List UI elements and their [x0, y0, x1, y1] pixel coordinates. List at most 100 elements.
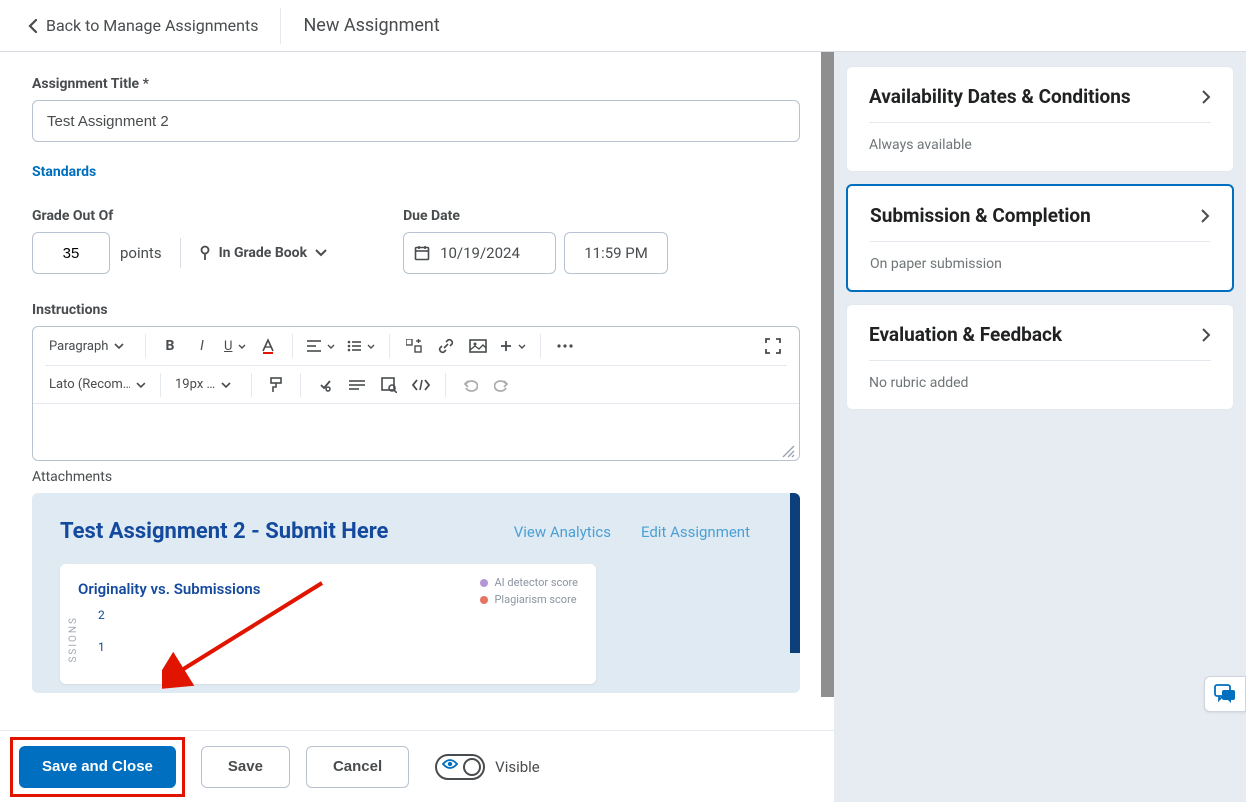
save-button[interactable]: Save	[201, 746, 290, 788]
align-dropdown[interactable]	[303, 340, 339, 352]
chevron-down-icon	[327, 344, 335, 349]
separator	[251, 373, 252, 397]
source-code-button[interactable]	[407, 371, 435, 399]
accessibility-check-button[interactable]	[311, 371, 339, 399]
panel-evaluation-sub: No rubric added	[869, 360, 1211, 391]
top-bar: Back to Manage Assignments New Assignmen…	[0, 0, 1246, 52]
attachment-scrollbar[interactable]	[790, 493, 800, 653]
dot-icon	[480, 579, 488, 587]
list-dropdown[interactable]	[343, 340, 379, 352]
scrollbar[interactable]	[821, 52, 834, 697]
font-size-label: 19px …	[175, 377, 215, 392]
in-grade-book-dropdown[interactable]: In Grade Book	[199, 245, 328, 261]
add-dropdown[interactable]	[496, 340, 530, 352]
assignment-title-input[interactable]	[32, 100, 800, 142]
redo-button[interactable]	[488, 371, 516, 399]
panel-availability: Availability Dates & Conditions Always a…	[846, 66, 1234, 172]
resize-handle-icon[interactable]	[781, 444, 795, 458]
chevron-right-icon	[1201, 90, 1211, 104]
format-painter-button[interactable]	[262, 371, 290, 399]
link-button[interactable]	[432, 332, 460, 360]
panel-submission-header[interactable]: Submission & Completion	[870, 204, 1210, 241]
view-analytics-link[interactable]: View Analytics	[514, 523, 611, 541]
fullscreen-button[interactable]	[759, 332, 787, 360]
divider	[280, 8, 281, 44]
panel-evaluation-header[interactable]: Evaluation & Feedback	[869, 323, 1211, 360]
grade-group: Grade Out Of points In Grade Book	[32, 208, 327, 274]
save-and-close-button[interactable]: Save and Close	[19, 746, 176, 788]
legend-ai-label: AI detector score	[494, 576, 578, 589]
bottom-action-bar: Save and Close Save Cancel Visible	[0, 730, 834, 802]
back-to-assignments-link[interactable]: Back to Manage Assignments	[28, 16, 258, 35]
panel-evaluation-title: Evaluation & Feedback	[869, 323, 1062, 346]
separator	[292, 334, 293, 358]
font-family-dropdown[interactable]: Lato (Recom…	[45, 377, 150, 392]
separator	[300, 373, 301, 397]
due-time-value: 11:59 PM	[584, 244, 648, 262]
separator	[145, 334, 146, 358]
chevron-down-icon	[136, 382, 146, 388]
separator	[445, 373, 446, 397]
chart-legend: AI detector score Plagiarism score	[480, 576, 578, 610]
editor-textarea[interactable]	[33, 404, 799, 460]
due-time-input[interactable]: 11:59 PM	[564, 232, 668, 274]
pin-icon	[199, 245, 211, 261]
chevron-down-icon	[367, 344, 375, 349]
chevron-right-icon	[1200, 209, 1210, 223]
edit-assignment-link[interactable]: Edit Assignment	[641, 523, 750, 541]
due-date-group: Due Date 10/19/2024 11:59 PM	[403, 208, 668, 274]
chevron-down-icon	[315, 249, 327, 257]
more-button[interactable]	[551, 332, 579, 360]
ytick-2: 2	[98, 608, 105, 622]
separator	[160, 373, 161, 397]
chart-card: Originality vs. Submissions AI detector …	[60, 564, 596, 684]
eye-icon	[442, 758, 458, 770]
attachments-label: Attachments	[32, 469, 802, 485]
standards-link[interactable]: Standards	[32, 164, 96, 180]
image-button[interactable]	[464, 332, 492, 360]
chevron-down-icon	[518, 344, 526, 349]
points-unit: points	[120, 244, 162, 262]
rich-text-editor: Paragraph B I U	[32, 326, 800, 461]
attachment-panel: Test Assignment 2 - Submit Here View Ana…	[32, 493, 800, 693]
due-date-input[interactable]: 10/19/2024	[403, 232, 556, 274]
undo-button[interactable]	[456, 371, 484, 399]
chevron-left-icon	[28, 19, 38, 33]
bold-button[interactable]: B	[156, 332, 184, 360]
back-label: Back to Manage Assignments	[46, 16, 258, 35]
visibility-toggle[interactable]	[435, 754, 485, 780]
calendar-icon	[414, 245, 430, 261]
font-family-label: Lato (Recom…	[49, 377, 130, 392]
insert-stuff-button[interactable]	[400, 332, 428, 360]
toggle-knob	[463, 758, 481, 776]
separator	[389, 334, 390, 358]
panel-availability-sub: Always available	[869, 122, 1211, 153]
underline-dropdown[interactable]: U	[220, 339, 250, 354]
italic-button[interactable]: I	[188, 332, 216, 360]
preview-button[interactable]	[375, 371, 403, 399]
visibility-toggle-group: Visible	[435, 754, 540, 780]
text-color-button[interactable]	[254, 332, 282, 360]
main-form: Assignment Title * Standards Grade Out O…	[0, 52, 834, 802]
legend-ai: AI detector score	[480, 576, 578, 589]
word-count-button[interactable]	[343, 371, 371, 399]
cancel-button[interactable]: Cancel	[306, 746, 409, 788]
editor-toolbar: Paragraph B I U	[33, 327, 799, 404]
chevron-down-icon	[238, 344, 246, 349]
chat-help-button[interactable]	[1204, 676, 1246, 712]
font-size-dropdown[interactable]: 19px …	[171, 377, 241, 392]
panel-evaluation: Evaluation & Feedback No rubric added	[846, 304, 1234, 410]
y-axis-label: SSIONS	[68, 616, 79, 663]
due-date-label: Due Date	[403, 208, 668, 224]
page-title: New Assignment	[303, 15, 439, 36]
legend-plag-label: Plagiarism score	[494, 593, 576, 606]
due-date-value: 10/19/2024	[440, 244, 520, 262]
panel-availability-header[interactable]: Availability Dates & Conditions	[869, 85, 1211, 122]
assignment-title-label: Assignment Title *	[32, 76, 802, 92]
panel-submission-title: Submission & Completion	[870, 204, 1091, 227]
instructions-label: Instructions	[32, 302, 802, 318]
chevron-right-icon	[1201, 328, 1211, 342]
grade-out-of-input[interactable]	[32, 232, 110, 274]
grade-book-label: In Grade Book	[219, 245, 308, 261]
block-style-dropdown[interactable]: Paragraph	[45, 339, 135, 354]
